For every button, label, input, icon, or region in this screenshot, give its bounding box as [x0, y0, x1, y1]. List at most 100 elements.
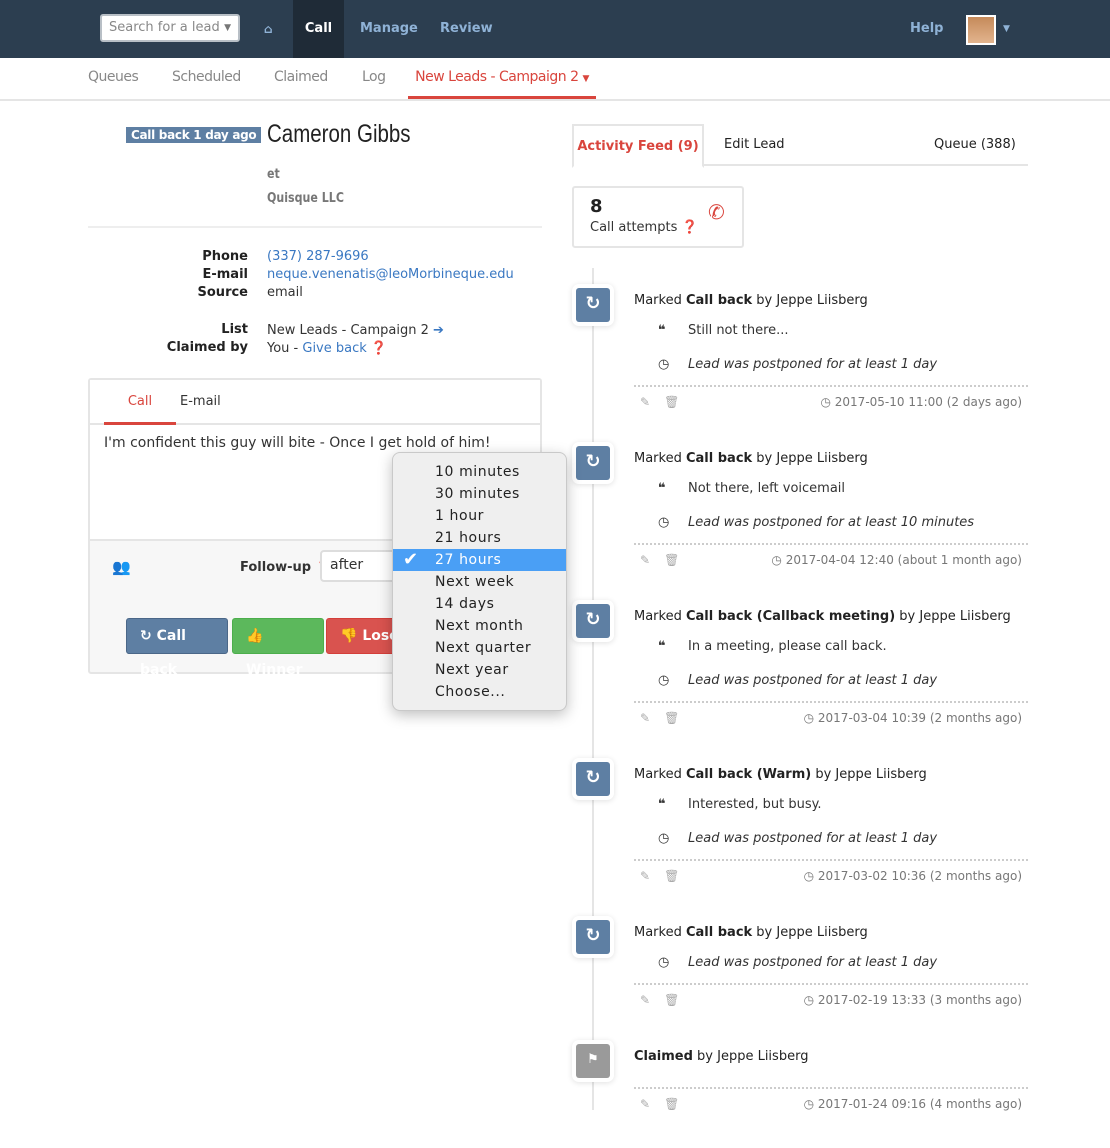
- home-icon[interactable]: ⌂: [264, 0, 273, 58]
- dropdown-option[interactable]: Next year: [393, 659, 566, 681]
- users-icon[interactable]: 👥: [112, 558, 131, 576]
- clock-icon: ◷: [658, 515, 670, 530]
- nav-manage[interactable]: Manage: [360, 0, 418, 58]
- subnav-claimed[interactable]: Claimed: [274, 58, 328, 99]
- followup-label: Follow-up ❓: [240, 560, 332, 575]
- timeline-footer: ✎ 🗑 ◷ 2017-02-19 13:33 (3 months ago): [640, 993, 1022, 1007]
- trash-icon[interactable]: 🗑: [664, 553, 679, 567]
- sub-navbar: Queues Scheduled Claimed Log New Leads -…: [0, 58, 1110, 101]
- tab-activity-feed[interactable]: Activity Feed (9): [572, 124, 704, 168]
- right-tabs: Activity Feed (9) Edit Lead Queue (388): [572, 124, 1028, 168]
- clock-icon: ◷: [803, 711, 815, 725]
- trash-icon[interactable]: 🗑: [664, 711, 679, 725]
- quote-icon: ❝: [658, 481, 666, 496]
- source-value: email: [267, 285, 303, 300]
- chevron-down-icon[interactable]: ▼: [1003, 0, 1010, 58]
- clock-icon: ◷: [658, 357, 670, 372]
- winner-button[interactable]: 👍 Winner: [232, 618, 324, 678]
- dropdown-option[interactable]: 10 minutes: [393, 461, 566, 483]
- edit-icon[interactable]: ✎: [640, 869, 650, 883]
- dropdown-option[interactable]: Next quarter: [393, 637, 566, 659]
- list-label: List: [221, 322, 248, 337]
- call-attempts-label: Call attempts ❓: [590, 220, 698, 235]
- call-back-button[interactable]: ↻ Call back: [126, 618, 228, 678]
- tab-call[interactable]: Call: [104, 380, 176, 425]
- divider: [88, 226, 542, 228]
- nav-review[interactable]: Review: [440, 0, 493, 58]
- timeline-footer: ✎ 🗑 ◷ 2017-04-04 12:40 (about 1 month ago): [640, 553, 1022, 567]
- clock-icon: ◷: [658, 955, 670, 970]
- followup-select[interactable]: after: [320, 550, 400, 582]
- clock-icon: ◷: [658, 673, 670, 688]
- search-input[interactable]: Search for a lead ▼: [100, 14, 240, 42]
- avatar[interactable]: [966, 15, 996, 45]
- edit-icon[interactable]: ✎: [640, 395, 650, 409]
- trash-icon[interactable]: 🗑: [664, 395, 679, 409]
- clock-icon: ◷: [803, 1097, 815, 1111]
- dropdown-option[interactable]: Choose...: [393, 681, 566, 703]
- timeline-title: Claimed by Jeppe Liisberg: [634, 1049, 809, 1064]
- timeline-title: Marked Call back by Jeppe Liisberg: [634, 925, 868, 940]
- clock-icon: ◷: [803, 869, 815, 883]
- loser-button[interactable]: 👎 Loser: [326, 618, 396, 654]
- dropdown-option[interactable]: Next month: [393, 615, 566, 637]
- timeline-line: [592, 268, 594, 1110]
- timeline-footer: ✎ 🗑 ◷ 2017-01-24 09:16 (4 months ago): [640, 1097, 1022, 1111]
- timeline-item: ↻ Marked Call back (Warm) by Jeppe Liisbe…: [576, 762, 1028, 891]
- edit-icon[interactable]: ✎: [640, 711, 650, 725]
- edit-icon[interactable]: ✎: [640, 553, 650, 567]
- trash-icon[interactable]: 🗑: [664, 993, 679, 1007]
- dropdown-option[interactable]: 30 minutes: [393, 483, 566, 505]
- subnav-campaign-dropdown[interactable]: New Leads - Campaign 2 ▼: [408, 58, 596, 99]
- clock-icon: ◷: [658, 831, 670, 846]
- dropdown-option[interactable]: 14 days: [393, 593, 566, 615]
- nav-help[interactable]: Help: [910, 0, 943, 58]
- tab-edit-lead[interactable]: Edit Lead: [724, 124, 785, 166]
- thumbs-up-icon: 👍: [246, 628, 264, 644]
- edit-icon[interactable]: ✎: [640, 1097, 650, 1111]
- subnav-scheduled[interactable]: Scheduled: [172, 58, 241, 99]
- tab-queue[interactable]: Queue (388): [934, 124, 1016, 166]
- phone-link[interactable]: (337) 287-9696: [267, 249, 369, 264]
- tab-email[interactable]: E-mail: [180, 380, 221, 425]
- help-icon: ❓: [370, 341, 388, 356]
- call-attempts-count: 8: [590, 196, 603, 217]
- thumbs-down-icon: 👎: [340, 628, 358, 644]
- trash-icon[interactable]: 🗑: [664, 1097, 679, 1111]
- email-link[interactable]: neque.venenatis@leoMorbineque.edu: [267, 267, 514, 282]
- subnav-queues[interactable]: Queues: [88, 58, 139, 99]
- dropdown-option[interactable]: 21 hours: [393, 527, 566, 549]
- lead-company: Quisque LLC: [267, 191, 344, 206]
- nav-call[interactable]: Call: [293, 0, 344, 58]
- caret-down-icon: ▼: [582, 74, 589, 84]
- timeline-item: ↻ Marked Call back (Callback meeting) by …: [576, 604, 1028, 733]
- edit-icon[interactable]: ✎: [640, 993, 650, 1007]
- followup-dropdown-menu: 10 minutes 30 minutes 1 hour 21 hours ✔ 27 ho…: [392, 452, 567, 711]
- dropdown-option[interactable]: ✔ 27 hours: [393, 549, 566, 571]
- timeline-item: ↻ Marked Call back by Jeppe Liisberg ❝ Not …: [576, 446, 1028, 575]
- quote-icon: ❝: [658, 797, 666, 812]
- phone-icon: ✆: [708, 200, 725, 224]
- timeline-title: Marked Call back (Callback meeting) by J…: [634, 609, 1011, 624]
- dropdown-option[interactable]: 1 hour: [393, 505, 566, 527]
- activity-timeline: ↻ Marked Call back by Jeppe Liisberg ❝ Stil…: [576, 288, 1028, 1148]
- dropdown-option[interactable]: Next week: [393, 571, 566, 593]
- arrow-right-icon[interactable]: ➔: [433, 323, 444, 338]
- timeline-footer: ✎ 🗑 ◷ 2017-05-10 11:00 (2 days ago): [640, 395, 1022, 409]
- refresh-icon: ↻: [576, 604, 610, 638]
- timeline-postpone: ◷ Lead was postponed for at least 1 day: [634, 348, 1028, 382]
- timeline-item: ⚑ Claimed by Jeppe Liisberg ✎ 🗑 ◷ 2017-01-24…: [576, 1044, 1028, 1119]
- refresh-icon: ↻: [576, 288, 610, 322]
- flag-icon: ⚑: [576, 1044, 610, 1078]
- refresh-icon: ↻: [576, 762, 610, 796]
- timeline-title: Marked Call back by Jeppe Liisberg: [634, 451, 868, 466]
- quote-icon: ❝: [658, 323, 666, 338]
- give-back-link[interactable]: Give back: [302, 341, 366, 356]
- subnav-log[interactable]: Log: [362, 58, 386, 99]
- list-value: New Leads - Campaign 2 ➔: [267, 323, 444, 338]
- phone-label: Phone: [202, 249, 248, 264]
- trash-icon[interactable]: 🗑: [664, 869, 679, 883]
- lead-name: Cameron Gibbs: [267, 120, 411, 148]
- claimed-label: Claimed by: [166, 340, 248, 355]
- source-label: Source: [197, 285, 248, 300]
